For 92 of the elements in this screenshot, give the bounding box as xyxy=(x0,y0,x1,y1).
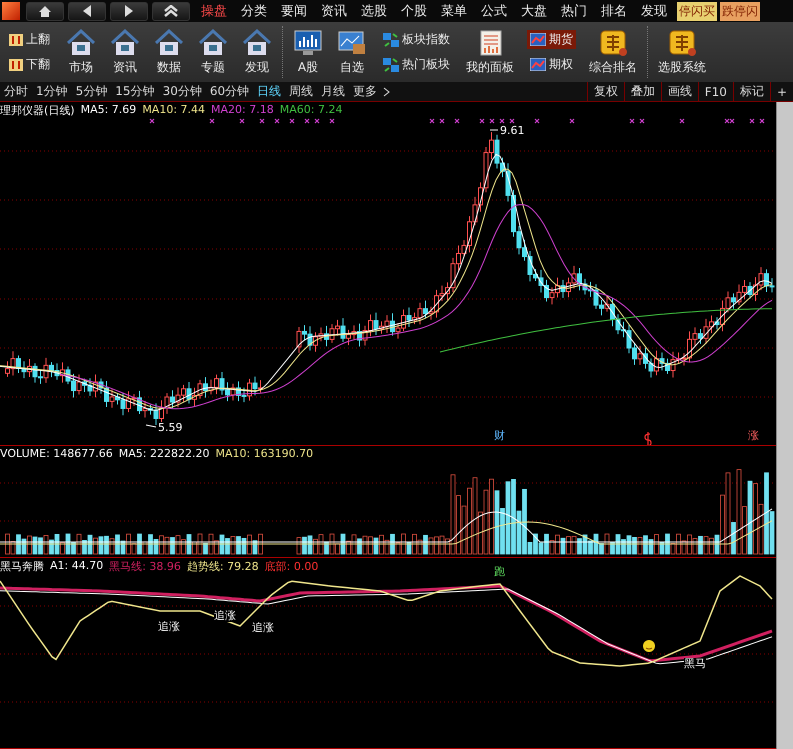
period-tab[interactable]: 周线 xyxy=(285,83,318,100)
chart-tool-button[interactable]: + xyxy=(770,82,793,101)
event-marker: 财 xyxy=(494,430,505,442)
legend-value: 底部: 0.00 xyxy=(264,559,318,574)
menu-item[interactable]: 分类 xyxy=(234,2,274,20)
toolbar-button[interactable]: 自选 xyxy=(330,22,374,82)
forward-icon xyxy=(125,5,133,17)
low-price-label: 5.59 xyxy=(158,422,182,434)
back-button[interactable] xyxy=(68,2,106,20)
blocks-icon xyxy=(383,58,399,72)
toolbar-button[interactable]: 发现 xyxy=(235,22,279,82)
house-icon xyxy=(66,28,96,56)
toolbar-button[interactable]: 综合排名 xyxy=(582,22,644,82)
menu-item[interactable]: 菜单 xyxy=(434,2,474,20)
event-marker: 涨 xyxy=(748,430,759,442)
legend-value: 黑马线: 38.96 xyxy=(109,559,181,574)
menu-item[interactable]: 要闻 xyxy=(274,2,314,20)
blocks-icon xyxy=(383,32,399,46)
period-tab[interactable]: 月线 xyxy=(317,83,350,100)
toolbar-button[interactable]: 数据 xyxy=(147,22,191,82)
home-button[interactable] xyxy=(26,2,64,20)
leader-line xyxy=(146,424,156,428)
legend-value: MA10: 7.44 xyxy=(142,103,206,118)
toolbar-button[interactable]: 选股系统 xyxy=(651,22,713,82)
chart-title: 理邦仪器(日线) xyxy=(0,103,75,118)
period-tab[interactable]: 分时 xyxy=(0,83,32,100)
toolbar-button[interactable]: 期权 xyxy=(527,55,576,74)
period-tab[interactable]: 15分钟 xyxy=(111,83,159,100)
toolbar-button[interactable]: 专题 xyxy=(191,22,235,82)
menu-item[interactable]: 公式 xyxy=(474,2,514,20)
signal-label: 跑 xyxy=(494,566,505,578)
period-tab[interactable]: 1分钟 xyxy=(32,83,72,100)
toolbar-button[interactable]: 上翻 xyxy=(6,30,53,49)
legend-value: MA5: 7.69 xyxy=(80,103,136,118)
chart-icon xyxy=(530,58,546,71)
alert-badge[interactable]: 跌停闪 xyxy=(720,2,760,20)
menu-item[interactable]: 个股 xyxy=(394,2,434,20)
house-icon xyxy=(110,28,140,56)
back-icon xyxy=(83,5,91,17)
period-tab[interactable]: 60分钟 xyxy=(206,83,254,100)
house-icon xyxy=(242,28,272,56)
event-icon xyxy=(644,431,652,445)
legend-value: A1: 44.70 xyxy=(50,559,104,574)
menu-item[interactable]: 排名 xyxy=(594,2,634,20)
house-icon xyxy=(198,28,228,56)
chart-icon xyxy=(530,33,546,46)
alert-badge[interactable]: 停闪买 xyxy=(677,2,717,20)
forward-button[interactable] xyxy=(110,2,148,20)
menu-item[interactable]: 资讯 xyxy=(314,2,354,20)
home-icon xyxy=(39,6,51,16)
chart-tool-button[interactable]: 标记 xyxy=(732,82,770,101)
menu-item[interactable]: 操盘 xyxy=(194,2,234,20)
toolbar-button[interactable]: 热门板块 xyxy=(380,55,453,74)
legend-value: 趋势线: 79.28 xyxy=(186,559,259,574)
signal-label: 追涨 xyxy=(252,622,274,634)
signal-label: 追涨 xyxy=(214,610,236,622)
legend-value: 黑马奔腾 xyxy=(0,559,44,574)
toolbar-button[interactable]: A股 xyxy=(286,22,330,82)
signal-label: 黑马 xyxy=(684,658,706,670)
toolbar-button[interactable]: 下翻 xyxy=(6,55,53,74)
legend-value: MA60: 7.24 xyxy=(280,103,342,118)
period-tab[interactable]: 5分钟 xyxy=(72,83,112,100)
chevron-right-icon xyxy=(383,86,392,96)
toolbar-button[interactable]: 市场 xyxy=(59,22,103,82)
high-price-label: 9.61 xyxy=(500,125,524,137)
smiley-icon xyxy=(643,640,655,652)
legend-value: MA20: 7.18 xyxy=(211,103,274,118)
chart-tool-button[interactable]: 叠加 xyxy=(624,82,661,101)
menu-item[interactable]: 大盘 xyxy=(514,2,554,20)
monitor-icon xyxy=(293,28,323,56)
legend-value: MA5: 222822.20 xyxy=(118,447,210,460)
menu-item[interactable]: 发现 xyxy=(634,2,674,20)
double-chevron-up-icon xyxy=(164,5,178,17)
toolbar-button[interactable]: 我的面板 xyxy=(459,22,521,82)
chart-tool-button[interactable]: F10 xyxy=(698,82,733,101)
toolbar-button[interactable]: 板块指数 xyxy=(380,30,453,49)
period-tab[interactable]: 日线 xyxy=(253,83,286,100)
menu-item[interactable]: 选股 xyxy=(354,2,394,20)
toolbar-button[interactable]: 期货 xyxy=(527,30,576,49)
legend-value: MA10: 163190.70 xyxy=(215,447,314,460)
period-tab[interactable]: 30分钟 xyxy=(158,83,206,100)
picture-icon xyxy=(337,28,367,56)
toolbar-button[interactable]: 资讯 xyxy=(103,22,147,82)
chart-tool-button[interactable]: 画线 xyxy=(660,82,698,101)
period-tab[interactable]: 更多 xyxy=(349,83,382,100)
menu-item[interactable]: 热门 xyxy=(554,2,594,20)
app-logo xyxy=(2,2,20,20)
collapse-button[interactable] xyxy=(152,2,190,20)
legend-value: VOLUME: 148677.66 xyxy=(0,447,113,460)
chart-tool-button[interactable]: 复权 xyxy=(586,82,624,101)
house-icon xyxy=(154,28,184,56)
signal-label: 追涨 xyxy=(158,621,180,633)
